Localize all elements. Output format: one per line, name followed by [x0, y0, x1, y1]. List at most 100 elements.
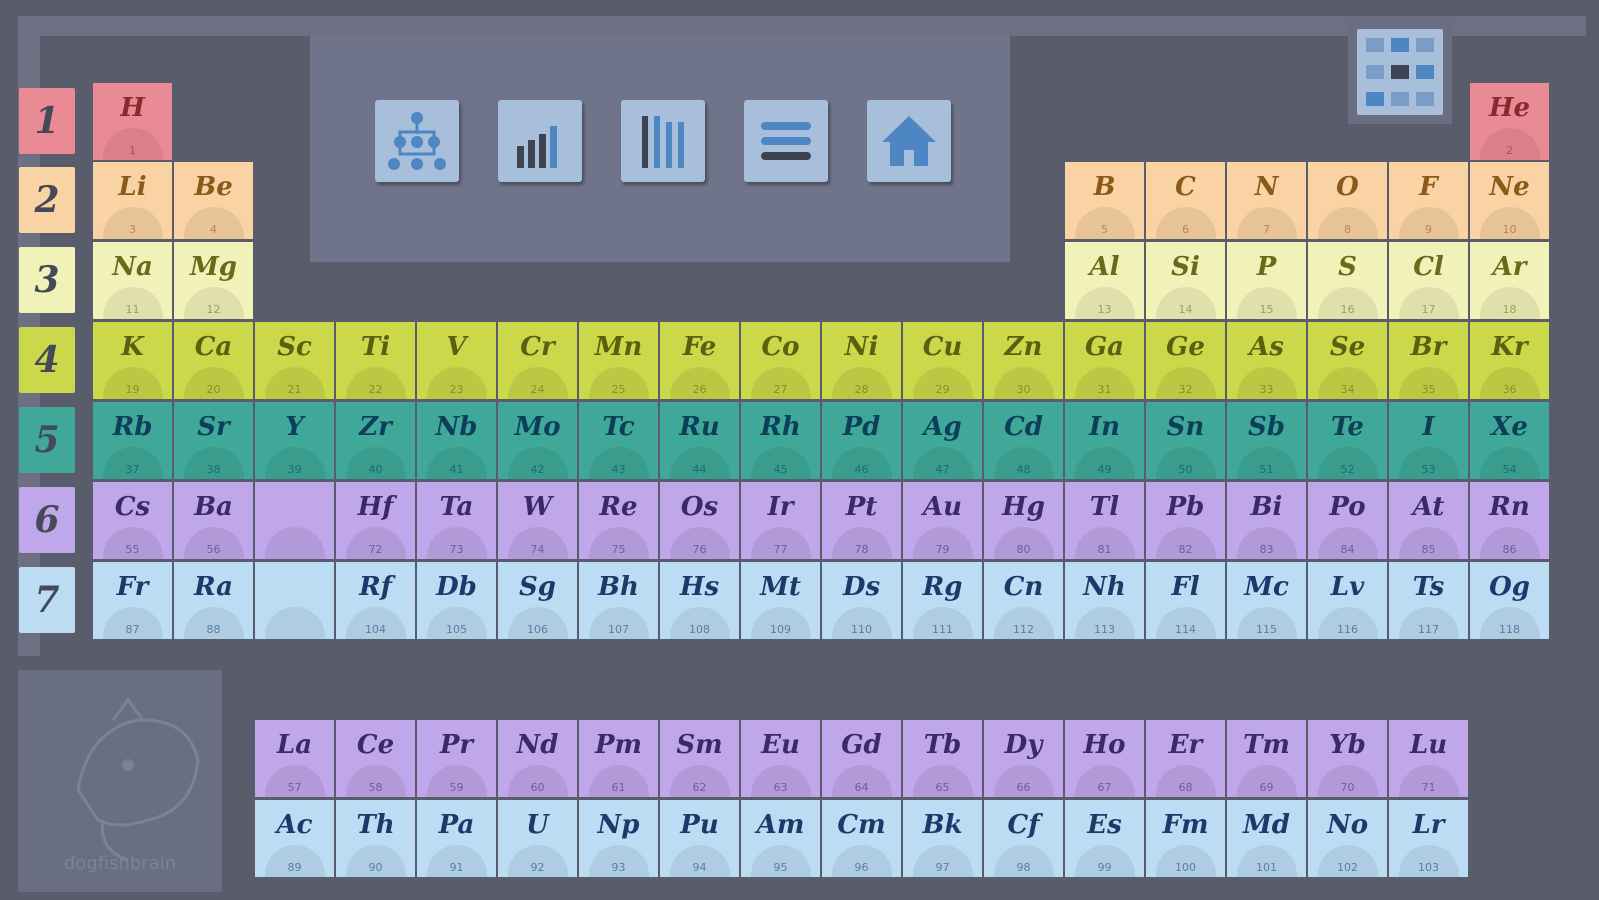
element-cell-mg[interactable]: Mg 12: [174, 242, 253, 319]
period-label-5[interactable]: 5: [19, 407, 75, 473]
element-cell-rn[interactable]: Rn 86: [1470, 482, 1549, 559]
element-cell-np[interactable]: Np 93: [579, 800, 658, 877]
element-cell-nb[interactable]: Nb 41: [417, 402, 496, 479]
period-label-6[interactable]: 6: [19, 487, 75, 553]
element-cell-os[interactable]: Os 76: [660, 482, 739, 559]
element-cell-k[interactable]: K 19: [93, 322, 172, 399]
element-cell-in[interactable]: In 49: [1065, 402, 1144, 479]
element-cell-u[interactable]: U 92: [498, 800, 577, 877]
element-cell-cs[interactable]: Cs 55: [93, 482, 172, 559]
element-cell-cf[interactable]: Cf 98: [984, 800, 1063, 877]
element-cell-rh[interactable]: Rh 45: [741, 402, 820, 479]
element-cell-sn[interactable]: Sn 50: [1146, 402, 1225, 479]
element-cell-yb[interactable]: Yb 70: [1308, 720, 1387, 797]
element-cell-n[interactable]: N7: [1227, 162, 1306, 239]
element-cell-fl[interactable]: Fl 114: [1146, 562, 1225, 639]
element-cell-pm[interactable]: Pm 61: [579, 720, 658, 797]
element-cell-hs[interactable]: Hs 108: [660, 562, 739, 639]
element-cell-au[interactable]: Au 79: [903, 482, 982, 559]
element-cell-mt[interactable]: Mt 109: [741, 562, 820, 639]
element-cell-sc[interactable]: Sc 21: [255, 322, 334, 399]
element-cell-ba[interactable]: Ba 56: [174, 482, 253, 559]
grid-view-button[interactable]: [1348, 20, 1452, 124]
element-cell-pt[interactable]: Pt 78: [822, 482, 901, 559]
element-cell-co[interactable]: Co 27: [741, 322, 820, 399]
element-cell-po[interactable]: Po 84: [1308, 482, 1387, 559]
element-cell-fm[interactable]: Fm 100: [1146, 800, 1225, 877]
element-cell-fr[interactable]: Fr 87: [93, 562, 172, 639]
element-cell-zn[interactable]: Zn 30: [984, 322, 1063, 399]
element-cell-ir[interactable]: Ir 77: [741, 482, 820, 559]
element-cell-he[interactable]: He 2: [1470, 83, 1549, 160]
period-label-7[interactable]: 7: [19, 567, 75, 633]
element-cell-og[interactable]: Og 118: [1470, 562, 1549, 639]
element-cell-bh[interactable]: Bh 107: [579, 562, 658, 639]
element-cell-h[interactable]: H1: [93, 83, 172, 160]
tree-view-button[interactable]: [375, 100, 459, 182]
element-cell-pu[interactable]: Pu 94: [660, 800, 739, 877]
element-cell-dy[interactable]: Dy 66: [984, 720, 1063, 797]
element-cell-ge[interactable]: Ge 32: [1146, 322, 1225, 399]
element-cell-cl[interactable]: Cl 17: [1389, 242, 1468, 319]
element-cell-rg[interactable]: Rg 111: [903, 562, 982, 639]
element-cell-w[interactable]: W 74: [498, 482, 577, 559]
element-cell-bk[interactable]: Bk 97: [903, 800, 982, 877]
element-cell-hg[interactable]: Hg 80: [984, 482, 1063, 559]
element-cell-th[interactable]: Th 90: [336, 800, 415, 877]
element-cell-b[interactable]: B5: [1065, 162, 1144, 239]
element-cell-te[interactable]: Te 52: [1308, 402, 1387, 479]
element-cell-no[interactable]: No 102: [1308, 800, 1387, 877]
element-cell-ni[interactable]: Ni 28: [822, 322, 901, 399]
element-cell-rf[interactable]: Rf 104: [336, 562, 415, 639]
element-cell-al[interactable]: Al 13: [1065, 242, 1144, 319]
element-cell-p[interactable]: P 15: [1227, 242, 1306, 319]
element-cell-ta[interactable]: Ta 73: [417, 482, 496, 559]
element-cell-ti[interactable]: Ti 22: [336, 322, 415, 399]
element-cell-ho[interactable]: Ho 67: [1065, 720, 1144, 797]
element-cell-xe[interactable]: Xe 54: [1470, 402, 1549, 479]
element-cell-kr[interactable]: Kr 36: [1470, 322, 1549, 399]
element-cell-ac[interactable]: Ac 89: [255, 800, 334, 877]
element-cell-cm[interactable]: Cm 96: [822, 800, 901, 877]
element-cell-lu[interactable]: Lu 71: [1389, 720, 1468, 797]
element-cell-ga[interactable]: Ga 31: [1065, 322, 1144, 399]
element-cell-ca[interactable]: Ca 20: [174, 322, 253, 399]
element-cell-la[interactable]: La 57: [255, 720, 334, 797]
element-cell-tb[interactable]: Tb 65: [903, 720, 982, 797]
element-cell-hf[interactable]: Hf 72: [336, 482, 415, 559]
element-cell-ra[interactable]: Ra 88: [174, 562, 253, 639]
element-cell-zr[interactable]: Zr 40: [336, 402, 415, 479]
element-cell-tc[interactable]: Tc 43: [579, 402, 658, 479]
element-cell-mo[interactable]: Mo 42: [498, 402, 577, 479]
element-cell-ne[interactable]: Ne 10: [1470, 162, 1549, 239]
element-cell-es[interactable]: Es 99: [1065, 800, 1144, 877]
element-cell-i[interactable]: I 53: [1389, 402, 1468, 479]
element-cell-c[interactable]: C6: [1146, 162, 1225, 239]
element-cell-tm[interactable]: Tm 69: [1227, 720, 1306, 797]
element-cell-eu[interactable]: Eu 63: [741, 720, 820, 797]
element-cell-cu[interactable]: Cu 29: [903, 322, 982, 399]
period-label-2[interactable]: 2: [19, 167, 75, 233]
element-cell-gd[interactable]: Gd 64: [822, 720, 901, 797]
element-cell-v[interactable]: V 23: [417, 322, 496, 399]
element-cell-lr[interactable]: Lr 103: [1389, 800, 1468, 877]
chart-view-button[interactable]: [498, 100, 582, 182]
element-cell-ag[interactable]: Ag 47: [903, 402, 982, 479]
element-cell-sb[interactable]: Sb 51: [1227, 402, 1306, 479]
element-cell-pr[interactable]: Pr 59: [417, 720, 496, 797]
element-cell-sg[interactable]: Sg 106: [498, 562, 577, 639]
element-cell-si[interactable]: Si 14: [1146, 242, 1225, 319]
element-cell-am[interactable]: Am 95: [741, 800, 820, 877]
element-cell-li[interactable]: Li 3: [93, 162, 172, 239]
element-cell-be[interactable]: Be 4: [174, 162, 253, 239]
element-cell-fe[interactable]: Fe 26: [660, 322, 739, 399]
element-cell-mc[interactable]: Mc 115: [1227, 562, 1306, 639]
element-cell-cd[interactable]: Cd 48: [984, 402, 1063, 479]
element-cell-ru[interactable]: Ru 44: [660, 402, 739, 479]
element-cell-pb[interactable]: Pb 82: [1146, 482, 1225, 559]
period-label-3[interactable]: 3: [19, 247, 75, 313]
home-button[interactable]: [867, 100, 951, 182]
element-cell-se[interactable]: Se 34: [1308, 322, 1387, 399]
element-cell-tl[interactable]: Tl 81: [1065, 482, 1144, 559]
element-cell-ds[interactable]: Ds 110: [822, 562, 901, 639]
